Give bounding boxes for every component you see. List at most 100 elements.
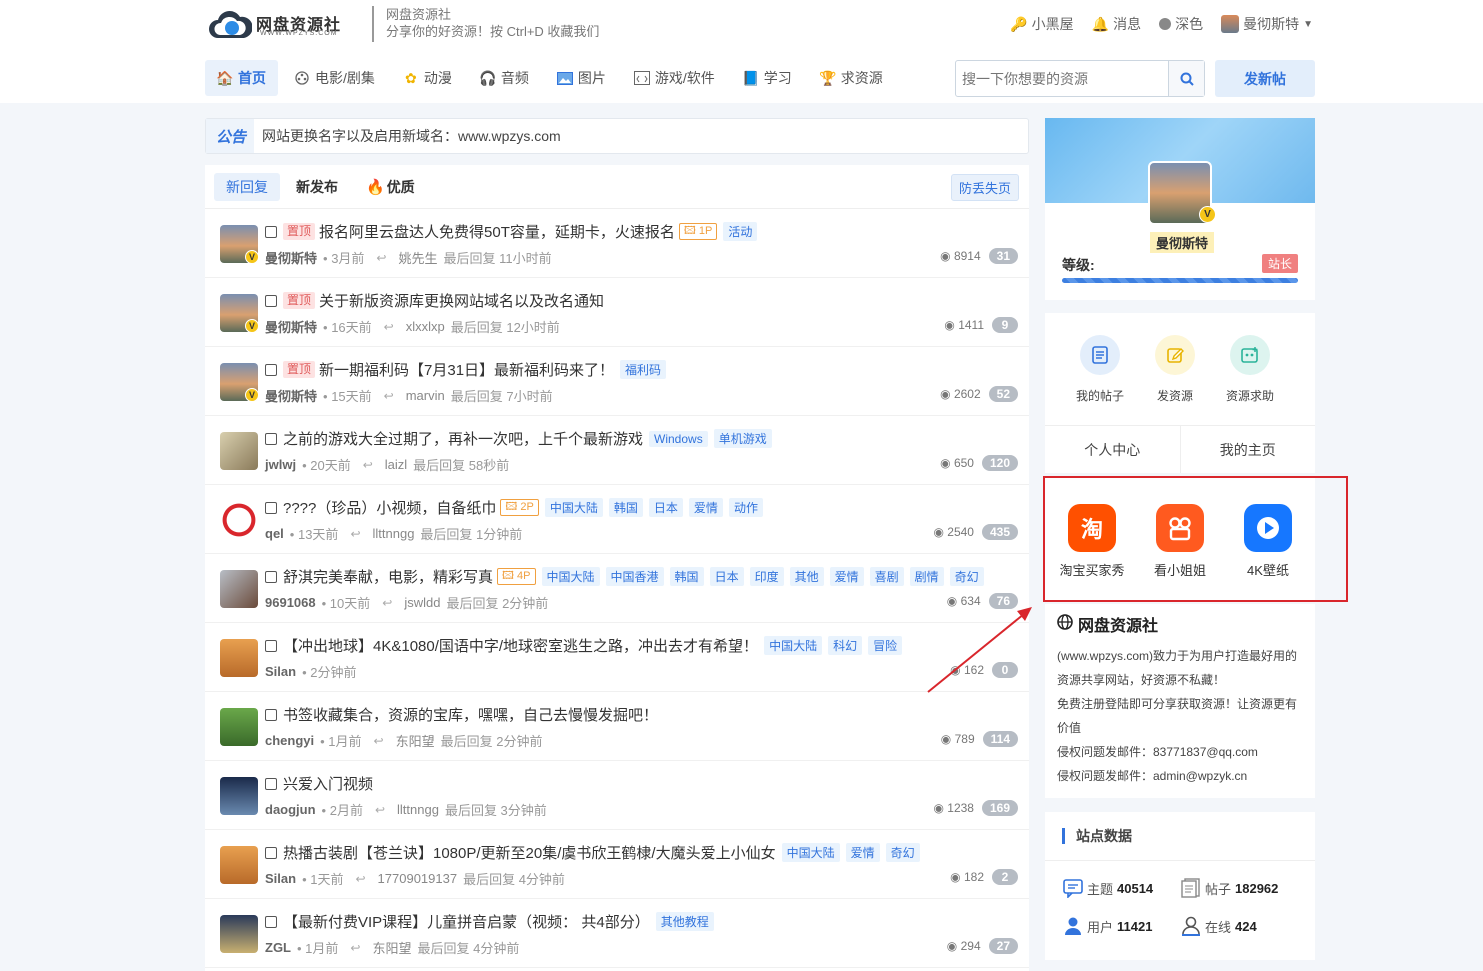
select-checkbox[interactable] (265, 639, 277, 652)
avatar[interactable] (220, 915, 258, 953)
author-name[interactable]: ZGL (265, 940, 291, 955)
thread-row[interactable]: 舒淇完美奉献，电影，精彩写真 🖾 4P 中国大陆 中国香港 韩国 日本 印度 其他 爱情 喜剧 剧情… (205, 554, 1029, 623)
my-home-link[interactable]: 我的主页 (1181, 426, 1316, 473)
search-input[interactable] (956, 61, 1168, 96)
last-reply-user[interactable]: 东阳望 (372, 938, 411, 957)
thread-title[interactable]: 兴爱入门视频 (283, 773, 373, 794)
thread-tag[interactable]: 中国大陆 (781, 843, 840, 862)
backup-page-button[interactable]: 防丢失页 (950, 174, 1019, 201)
nav-request[interactable]: 🏆 求资源 (808, 60, 895, 96)
thread-tag[interactable]: 科幻 (828, 636, 863, 655)
thread-title[interactable]: 书签收藏集合，资源的宝库，嘿嘿，自己去慢慢发掘吧！ (283, 704, 658, 725)
thread-row[interactable]: V 置顶 关于新版资源库更换网站域名以及改名通知 曼彻斯特 • 16天前 ↩ xlxxlxp… (205, 278, 1029, 347)
select-checkbox[interactable] (265, 225, 277, 238)
personal-center-link[interactable]: 个人中心 (1045, 426, 1181, 473)
nav-audio[interactable]: 🎧 音频 (468, 60, 541, 96)
thread-tag[interactable]: 日本 (709, 567, 744, 586)
select-checkbox[interactable] (265, 501, 277, 514)
last-reply-user[interactable]: 东阳望 (396, 731, 435, 750)
thread-row[interactable]: 热播古装剧【苍兰诀】1080P/更新至20集/虞书欣王鹤棣/大魔头爱上小仙女 中国… (205, 830, 1029, 899)
thread-tag[interactable]: 韩国 (669, 567, 704, 586)
nav-movies[interactable]: 电影/剧集 (282, 60, 387, 96)
site-logo[interactable]: 网盘资源社 WWW.WPZYS.COM (208, 8, 368, 42)
thread-row[interactable]: 兴爱入门视频 daogjun • 2月前 ↩ llttnngg 最后回复 3分钟前 ◉ 12… (205, 761, 1029, 830)
author-name[interactable]: 9691068 (265, 595, 316, 610)
tab-quality[interactable]: 🔥 优质 (354, 173, 427, 201)
thread-title[interactable]: ????（珍品）小视频，自备纸巾 (283, 497, 496, 518)
thread-tag[interactable]: 日本 (648, 498, 683, 517)
nav-home[interactable]: 🏠 首页 (205, 60, 278, 96)
thread-title[interactable]: 舒淇完美奉献，电影，精彩写真 (283, 566, 493, 587)
announcement-text[interactable]: 网站更换名字以及启用新域名：www.wpzys.com (262, 126, 561, 146)
thread-row[interactable]: ????（珍品）小视频，自备纸巾 🖾 2P 中国大陆 韩国 日本 爱情 动作 qel • 13天… (205, 485, 1029, 554)
dark-mode-toggle[interactable]: 深色 (1159, 14, 1203, 34)
nav-games[interactable]: 游戏/软件 (622, 60, 727, 96)
avatar[interactable] (220, 432, 258, 470)
thread-tag[interactable]: 中国大陆 (544, 498, 603, 517)
select-checkbox[interactable] (265, 432, 277, 445)
blackroom-link[interactable]: 🔑 小黑屋 (1010, 14, 1073, 34)
select-checkbox[interactable] (265, 915, 277, 928)
thread-title[interactable]: 之前的游戏大全过期了，再补一次吧，上千个最新游戏 (283, 428, 643, 449)
thread-tag[interactable]: Windows (649, 430, 708, 447)
thread-title[interactable]: 新一期福利码【7月31日】最新福利码来了！ (319, 359, 614, 380)
thread-title[interactable]: 热播古装剧【苍兰诀】1080P/更新至20集/虞书欣王鹤棣/大魔头爱上小仙女 (283, 842, 776, 863)
thread-tag[interactable]: 爱情 (688, 498, 723, 517)
thread-tag[interactable]: 剧情 (909, 567, 944, 586)
thread-tag[interactable]: 活动 (723, 222, 758, 241)
last-reply-user[interactable]: xlxxlxp (406, 319, 445, 334)
avatar[interactable] (220, 846, 258, 884)
select-checkbox[interactable] (265, 294, 277, 307)
last-reply-user[interactable]: 17709019137 (378, 871, 458, 886)
thread-tag[interactable]: 韩国 (608, 498, 643, 517)
thread-tag[interactable]: 其他教程 (655, 912, 714, 931)
post-resource-button[interactable]: 发资源 (1140, 335, 1210, 404)
thread-tag[interactable]: 单机游戏 (713, 429, 772, 448)
thread-tag[interactable]: 冒险 (868, 636, 903, 655)
thread-tag[interactable]: 喜剧 (869, 567, 904, 586)
author-name[interactable]: Silan (265, 664, 296, 679)
thread-tag[interactable]: 奇幻 (949, 567, 984, 586)
messages-link[interactable]: 🔔 消息 (1092, 14, 1141, 34)
author-name[interactable]: Silan (265, 871, 296, 886)
thread-row[interactable]: 【冲出地球】4K&1080/国语中字/地球密室逃生之路，冲出去才有希望！ 中国大陆… (205, 623, 1029, 692)
author-name[interactable]: 曼彻斯特 (265, 386, 317, 405)
nav-study[interactable]: 📘 学习 (731, 60, 804, 96)
thread-row[interactable]: 书签收藏集合，资源的宝库，嘿嘿，自己去慢慢发掘吧！ chengyi • 1月前 ↩ 东阳… (205, 692, 1029, 761)
thread-row[interactable]: 之前的游戏大全过期了，再补一次吧，上千个最新游戏 Windows 单机游戏 jwlwj… (205, 416, 1029, 485)
last-reply-user[interactable]: jswldd (404, 595, 440, 610)
thread-row[interactable]: V 置顶 报名阿里云盘达人免费得50T容量，延期卡，火速报名 🖾 1P 活动 曼彻斯特 • … (205, 209, 1029, 278)
thread-tag[interactable]: 福利码 (620, 360, 667, 379)
author-name[interactable]: daogjun (265, 802, 316, 817)
avatar[interactable] (220, 708, 258, 746)
avatar[interactable] (220, 639, 258, 677)
thread-title[interactable]: 关于新版资源库更换网站域名以及改名通知 (319, 290, 604, 311)
profile-username[interactable]: 曼彻斯特 (1150, 232, 1215, 253)
thread-tag[interactable]: 中国香港 (605, 567, 664, 586)
nav-images[interactable]: 图片 (545, 60, 618, 96)
thread-tag[interactable]: 动作 (728, 498, 763, 517)
avatar[interactable] (220, 501, 258, 539)
select-checkbox[interactable] (265, 777, 277, 790)
thread-tag[interactable]: 其他 (789, 567, 824, 586)
my-posts-button[interactable]: 我的帖子 (1065, 335, 1135, 404)
author-name[interactable]: qel (265, 526, 284, 541)
thread-title[interactable]: 【冲出地球】4K&1080/国语中字/地球密室逃生之路，冲出去才有希望！ (283, 635, 758, 656)
thread-row[interactable]: V 置顶 新一期福利码【7月31日】最新福利码来了！ 福利码 曼彻斯特 • 15天前 ↩ ma… (205, 347, 1029, 416)
search-button[interactable] (1168, 61, 1204, 96)
avatar[interactable] (220, 570, 258, 608)
thread-row[interactable]: 【最新付费VIP课程】儿童拼音启蒙（视频： 共4部分） 其他教程 ZGL • 1月前 ↩… (205, 899, 1029, 968)
request-help-button[interactable]: 资源求助 (1215, 335, 1285, 404)
thread-tag[interactable]: 奇幻 (885, 843, 920, 862)
author-name[interactable]: 曼彻斯特 (265, 248, 317, 267)
thread-title[interactable]: 【最新付费VIP课程】儿童拼音启蒙（视频： 共4部分） (283, 911, 650, 932)
author-name[interactable]: jwlwj (265, 457, 296, 472)
tab-new-post[interactable]: 新发布 (284, 173, 350, 201)
tab-new-reply[interactable]: 新回复 (214, 172, 280, 201)
thread-tag[interactable]: 爱情 (829, 567, 864, 586)
select-checkbox[interactable] (265, 846, 277, 859)
author-name[interactable]: 曼彻斯特 (265, 317, 317, 336)
thread-tag[interactable]: 中国大陆 (764, 636, 823, 655)
thread-tag[interactable]: 印度 (749, 567, 784, 586)
last-reply-user[interactable]: llttnngg (397, 802, 439, 817)
